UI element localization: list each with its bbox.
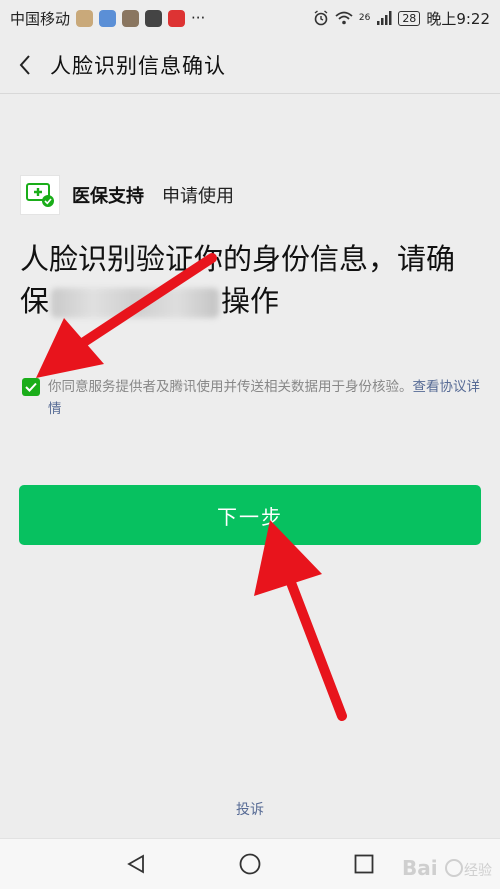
notification-icon [99, 9, 117, 27]
network-type: 26 [358, 13, 371, 23]
notification-icon [145, 9, 163, 27]
heading-text-end: 操作 [221, 284, 280, 318]
next-step-button[interactable]: 下一步 [19, 485, 481, 545]
page-title: 人脸识别信息确认 [50, 53, 226, 78]
status-bar-left: 中国移动 ··· [10, 8, 205, 29]
signal-icon [377, 11, 392, 25]
app-request-label: 申请使用 [162, 186, 234, 207]
agreement-checkbox[interactable] [22, 378, 40, 396]
alarm-icon [314, 10, 328, 26]
wifi-icon [335, 11, 353, 25]
notification-icon [76, 9, 94, 27]
chevron-left-icon [19, 54, 30, 75]
medical-card-icon [26, 183, 54, 207]
complain-link[interactable]: 投诉 [0, 799, 500, 819]
screen: 中国移动 ··· 26 28 晚上9:22 人脸识别信息确认 医保支持 申请使用… [0, 0, 500, 889]
status-bar: 中国移动 ··· 26 28 晚上9:22 [0, 0, 500, 36]
battery-icon: 28 [398, 10, 421, 26]
back-triangle-icon[interactable] [125, 853, 147, 875]
requesting-app: 医保支持 申请使用 [20, 174, 234, 216]
app-logo [20, 175, 60, 215]
notification-icon [122, 9, 140, 27]
notification-icon [168, 9, 186, 27]
home-circle-icon[interactable] [238, 852, 262, 876]
app-name: 医保支持 [72, 186, 144, 207]
back-button[interactable] [0, 36, 50, 94]
status-bar-right: 26 28 晚上9:22 [313, 8, 490, 29]
carrier-label: 中国移动 [10, 9, 71, 28]
agreement-statement: 你同意服务提供者及腾讯使用并传送相关数据用于身份核验。 [48, 379, 413, 395]
verification-heading: 人脸识别验证你的身份信息，请确保 操作 [20, 238, 480, 322]
recents-square-icon[interactable] [353, 853, 375, 875]
more-notifications: ··· [191, 9, 206, 27]
watermark-logo-icon: Bai 经验 [402, 856, 492, 880]
arrow-to-button-icon [254, 520, 347, 721]
agreement-row: 你同意服务提供者及腾讯使用并传送相关数据用于身份核验。查看协议详情 [22, 376, 482, 420]
clock: 晚上9:22 [426, 9, 490, 28]
nav-bar: 人脸识别信息确认 [0, 36, 500, 94]
svg-text:Bai: Bai [402, 856, 438, 880]
svg-text:经验: 经验 [464, 863, 492, 879]
agreement-text: 你同意服务提供者及腾讯使用并传送相关数据用于身份核验。查看协议详情 [48, 376, 482, 420]
checkmark-icon [25, 382, 37, 392]
annotation-overlay [36, 253, 347, 721]
blurred-name [51, 288, 220, 318]
